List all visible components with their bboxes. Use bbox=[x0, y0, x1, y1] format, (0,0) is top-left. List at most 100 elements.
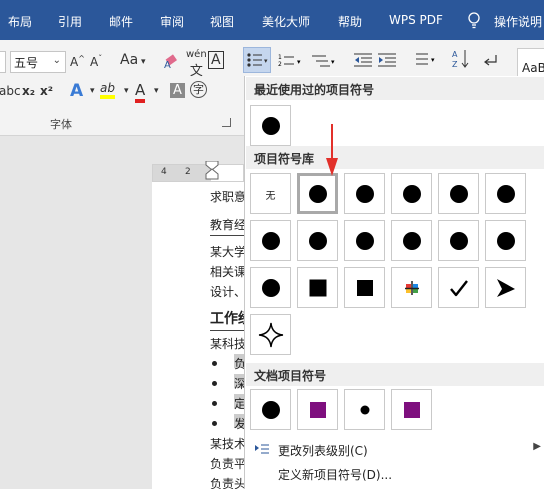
clear-format-button[interactable]: A bbox=[164, 52, 180, 71]
document-bullet-purple-diamond[interactable] bbox=[391, 389, 432, 430]
show-marks-button[interactable] bbox=[482, 52, 498, 71]
bullet-library-dot[interactable] bbox=[297, 220, 338, 261]
indent-marker-icon[interactable] bbox=[205, 161, 219, 183]
multilevel-list-icon: ▾ bbox=[312, 55, 335, 67]
doc-text-line: 某技术 bbox=[210, 437, 247, 451]
bullet-library-dot[interactable] bbox=[438, 173, 479, 214]
bullet-list-icon: ▾ bbox=[247, 53, 268, 67]
bullet-dot-icon bbox=[402, 184, 421, 203]
decrease-indent-button[interactable] bbox=[354, 52, 372, 71]
tab-mailings[interactable]: 邮件 bbox=[109, 13, 133, 30]
bullet-dot-icon bbox=[308, 231, 327, 250]
ribbon-tab-bar: 布局 引用 邮件 审阅 视图 美化大师 帮助 WPS PDF 操作说明 bbox=[0, 0, 544, 40]
svg-text:▾: ▾ bbox=[431, 56, 435, 64]
chinese-layout-icon: ▾ bbox=[416, 53, 435, 65]
paragraph-mark-icon bbox=[484, 55, 497, 66]
define-new-bullet-menu-item[interactable]: 定义新项目符号(D)... bbox=[246, 461, 544, 485]
numbering-button[interactable]: 1 2 ▾ bbox=[278, 52, 304, 73]
bullet-library-dot[interactable] bbox=[485, 220, 526, 261]
change-case-button[interactable]: Aa ▾ bbox=[120, 52, 146, 68]
multilevel-list-button[interactable]: ▾ bbox=[312, 52, 338, 73]
sort-icon: AZ bbox=[452, 50, 469, 69]
doc-text-line: 相关课 bbox=[210, 265, 247, 279]
bullet-library-dot[interactable] bbox=[391, 220, 432, 261]
svg-text:2: 2 bbox=[278, 61, 282, 68]
bullet-library-multicolor[interactable] bbox=[391, 267, 432, 308]
text-effects-button[interactable]: A bbox=[70, 81, 83, 101]
bullet-dot-icon bbox=[449, 184, 468, 203]
tab-review[interactable]: 审阅 bbox=[160, 13, 184, 30]
bullet-library-dot[interactable] bbox=[391, 173, 432, 214]
svg-text:▾: ▾ bbox=[297, 58, 301, 66]
chinese-layout-button[interactable]: ▾ bbox=[414, 50, 438, 73]
define-new-bullet-label: 定义新项目符号(D)... bbox=[278, 468, 393, 482]
font-size-value: 五号 bbox=[14, 56, 39, 70]
bullet-library-dot[interactable] bbox=[438, 220, 479, 261]
bullet-library-dot-selected[interactable] bbox=[297, 173, 338, 214]
phonetic-guide-button[interactable]: wén 文 bbox=[186, 49, 207, 79]
horizontal-ruler: 4 2 bbox=[152, 161, 244, 183]
bullet-dot-icon bbox=[261, 400, 280, 419]
document-bullet-dot[interactable] bbox=[250, 389, 291, 430]
bullets-button[interactable]: ▾ bbox=[243, 47, 271, 73]
strikethrough-button[interactable]: abc bbox=[0, 84, 21, 98]
section-divider bbox=[210, 235, 244, 236]
change-list-level-menu-item[interactable]: 更改列表级别(C) ▶ bbox=[246, 437, 544, 461]
bullet-library-dot[interactable] bbox=[485, 173, 526, 214]
tab-help[interactable]: 帮助 bbox=[338, 13, 362, 30]
doc-text-line: 某大学 bbox=[210, 245, 247, 259]
document-bullet-small-dot[interactable] bbox=[344, 389, 385, 430]
bullet-library-dot[interactable] bbox=[250, 220, 291, 261]
doc-bullet bbox=[212, 361, 217, 366]
bullet-library-dot[interactable] bbox=[250, 267, 291, 308]
bullet-library-dot[interactable] bbox=[344, 220, 385, 261]
tab-beautify-master[interactable]: 美化大师 bbox=[262, 13, 310, 30]
bullet-dot-icon bbox=[355, 184, 374, 203]
svg-text:A: A bbox=[164, 60, 171, 68]
doc-text-line: 负责平 bbox=[210, 457, 247, 471]
document-page[interactable]: 求职意 教育经 某大学 相关课 设计、 工作经 某科技 负 深 定 发 某技术 … bbox=[152, 182, 252, 489]
superscript-button[interactable]: x² bbox=[40, 84, 53, 98]
checkmark-icon bbox=[449, 279, 468, 296]
font-name-combo[interactable] bbox=[0, 51, 6, 73]
tab-references[interactable]: 引用 bbox=[58, 13, 82, 30]
chevron-right-icon: ▶ bbox=[533, 441, 541, 452]
bullet-dot-icon bbox=[449, 231, 468, 250]
bullet-dot-icon bbox=[261, 231, 280, 250]
bullet-library-star[interactable] bbox=[250, 314, 291, 355]
increase-indent-button[interactable] bbox=[378, 52, 396, 71]
bullet-library-square[interactable] bbox=[297, 267, 338, 308]
grow-font-button[interactable]: A^ bbox=[70, 54, 85, 69]
doc-text-line: 某科技 bbox=[210, 337, 247, 351]
shrink-font-button[interactable]: Aˇ bbox=[90, 54, 102, 69]
doc-text-line: 设计、 bbox=[210, 285, 247, 299]
font-dialog-launcher[interactable] bbox=[222, 118, 231, 127]
lightbulb-icon bbox=[468, 12, 480, 29]
bullet-library-dot[interactable] bbox=[344, 173, 385, 214]
tab-view[interactable]: 视图 bbox=[210, 13, 234, 30]
font-color-button[interactable]: A bbox=[135, 81, 146, 103]
highlight-button[interactable]: ab bbox=[100, 81, 115, 99]
tab-wps-pdf[interactable]: WPS PDF bbox=[389, 13, 443, 27]
document-bullet-purple-diamond[interactable] bbox=[297, 389, 338, 430]
ruler-tick: 4 bbox=[161, 167, 167, 177]
character-shading-button[interactable]: A bbox=[170, 83, 185, 98]
bullet-small-dot-icon bbox=[360, 405, 369, 414]
sort-button[interactable]: AZ bbox=[452, 48, 470, 73]
bullet-library-diamond[interactable] bbox=[344, 267, 385, 308]
character-border-button[interactable]: A bbox=[208, 51, 224, 69]
bullet-none[interactable]: 无 bbox=[250, 173, 291, 214]
red-arrow-icon bbox=[326, 124, 338, 176]
tab-tell-me[interactable]: 操作说明 bbox=[494, 13, 542, 30]
subscript-button[interactable]: x₂ bbox=[22, 84, 35, 98]
bullet-dot-icon bbox=[496, 184, 515, 203]
tab-layout[interactable]: 布局 bbox=[8, 13, 32, 30]
doc-bullet bbox=[212, 401, 217, 406]
doc-text-line: 求职意 bbox=[210, 190, 247, 204]
bullet-library-arrowhead[interactable] bbox=[485, 267, 526, 308]
font-size-combo[interactable]: 五号 ⌄ bbox=[10, 51, 66, 73]
bullet-library-checkmark[interactable] bbox=[438, 267, 479, 308]
bullet-library-dropdown: 最近使用过的项目符号 项目符号库 无 文档项目符号 更改列表级别(C) ▶ 定义… bbox=[244, 76, 544, 489]
enclose-characters-button[interactable]: 字 bbox=[190, 81, 207, 98]
recent-bullet-dot[interactable] bbox=[250, 105, 291, 146]
